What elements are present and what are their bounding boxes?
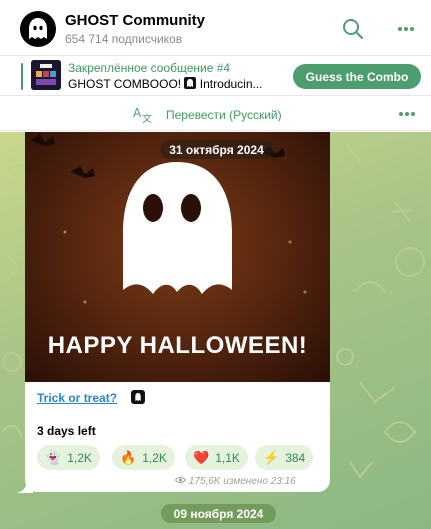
- pinned-indicator: [21, 63, 23, 90]
- date-badge-next: 09 ноября 2024: [161, 504, 276, 523]
- reaction-count: 1,1K: [215, 450, 240, 465]
- chat-area[interactable]: HAPPY HALLOWEEN! 31 октября 2024 Trick o…: [0, 132, 431, 529]
- reaction-count: 1,2K: [67, 450, 92, 465]
- ghost-logo-icon: [184, 77, 197, 89]
- lightning-emoji-icon: ⚡: [263, 449, 280, 465]
- translate-bar: A 文 Перевести (Русский): [0, 97, 431, 131]
- more-menu-button[interactable]: [391, 14, 421, 44]
- search-icon: [343, 19, 363, 39]
- svg-text:A: A: [133, 106, 142, 120]
- search-button[interactable]: [338, 14, 368, 44]
- post-image[interactable]: HAPPY HALLOWEEN!: [25, 132, 330, 382]
- svg-text:文: 文: [142, 112, 152, 123]
- combo-thumbnail-icon: [31, 60, 61, 90]
- ghost-logo-icon: [131, 390, 145, 404]
- more-dots-icon: [399, 112, 415, 116]
- view-count: 175,6K: [188, 476, 221, 487]
- reaction-count: 1,2K: [142, 450, 167, 465]
- translate-icon: A 文: [133, 106, 152, 123]
- reaction-lightning[interactable]: ⚡ 384: [255, 445, 314, 470]
- ghost-icon: [29, 18, 47, 39]
- translate-options-button[interactable]: [392, 99, 422, 129]
- heart-emoji-icon: ❤️: [193, 449, 210, 465]
- more-dots-icon: [398, 27, 414, 31]
- channel-avatar[interactable]: [20, 11, 56, 47]
- translate-button[interactable]: Перевести (Русский): [166, 108, 282, 122]
- guess-the-combo-button[interactable]: Guess the Combo: [293, 64, 421, 89]
- pinned-preview: GHOST COMBOOO! Introducin...: [68, 77, 263, 91]
- views-eye-icon: [174, 476, 187, 484]
- subscriber-count: 654 714 подписчиков: [65, 32, 183, 46]
- pinned-thumbnail: [31, 60, 61, 90]
- channel-title[interactable]: GHOST Community: [65, 12, 205, 29]
- date-badge: 31 октября 2024: [160, 140, 273, 159]
- post-meta: 175,6K изменено 23:16: [174, 476, 296, 487]
- reaction-heart[interactable]: ❤️ 1,1K: [185, 445, 248, 470]
- chat-header: GHOST Community 654 714 подписчиков: [0, 0, 431, 55]
- pinned-text-continued: Introducin...: [196, 77, 263, 91]
- halloween-banner-text: HAPPY HALLOWEEN!: [47, 332, 308, 359]
- fire-emoji-icon: 🔥: [120, 449, 137, 465]
- edited-time: изменено 23:16: [223, 476, 296, 487]
- reaction-fire[interactable]: 🔥 1,2K: [112, 445, 175, 470]
- pinned-text: GHOST COMBOOO!: [68, 77, 185, 91]
- trick-or-treat-link[interactable]: Trick or treat?: [37, 391, 117, 405]
- bubble-tail: [17, 479, 33, 493]
- ghost-emoji-icon: 👻: [45, 449, 62, 465]
- reaction-ghost[interactable]: 👻 1,2K: [37, 445, 100, 470]
- reaction-count: 384: [285, 450, 306, 465]
- post-body-text: 3 days left: [37, 424, 96, 438]
- pinned-title: Закреплённое сообщение #4: [68, 61, 231, 75]
